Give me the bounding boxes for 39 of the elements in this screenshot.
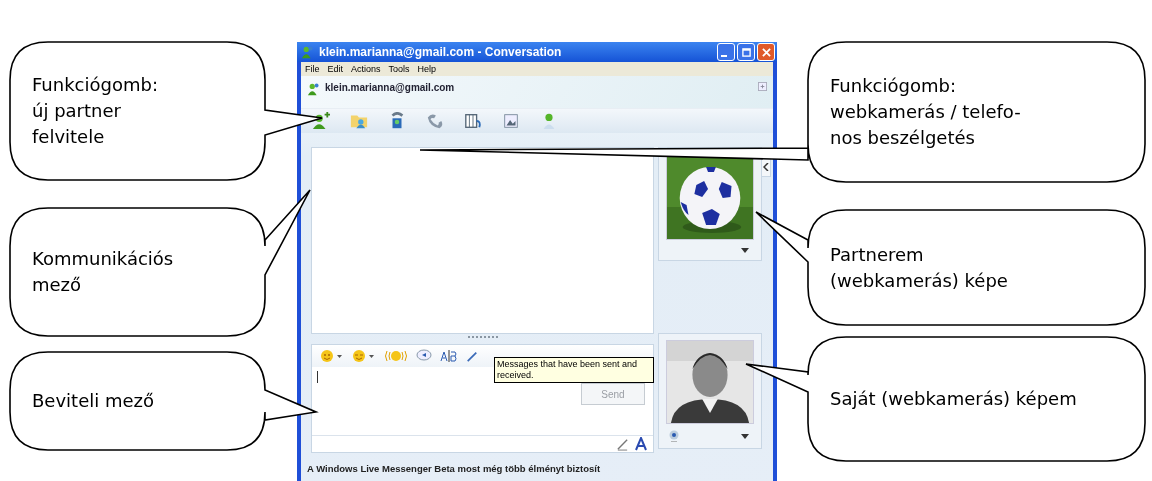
callout-text: Partnerem (webkamerás) képe [830, 242, 1008, 293]
wink-icon[interactable] [352, 349, 376, 363]
text-style-icon[interactable] [635, 437, 647, 451]
callout-text: Kommunikációs mező [32, 247, 174, 297]
chevron-left-icon [763, 163, 769, 171]
pencil-icon[interactable] [616, 437, 629, 451]
film-icon[interactable] [463, 112, 483, 130]
callout-text: Beviteli mező [32, 389, 154, 413]
maximize-icon [741, 47, 751, 57]
image-icon[interactable] [501, 112, 521, 130]
dropdown-arrow-icon[interactable] [741, 248, 749, 253]
menu-item[interactable]: Help [417, 64, 437, 74]
phone-icon[interactable] [425, 112, 445, 130]
webcam-icon[interactable] [669, 430, 679, 442]
minimize-button[interactable] [717, 43, 735, 61]
close-button[interactable] [757, 43, 775, 61]
expand-icon[interactable] [758, 82, 767, 91]
smiley-icon[interactable] [320, 349, 344, 363]
font-icon[interactable] [440, 349, 458, 363]
menu-item[interactable]: File [305, 64, 320, 74]
menu-item[interactable]: Actions [351, 64, 381, 74]
status-message: A Windows Live Messenger Beta most még több élményt biztosít [306, 462, 602, 474]
pencil-icon[interactable] [466, 349, 478, 363]
maximize-button[interactable] [737, 43, 755, 61]
people-icon [301, 45, 315, 59]
close-icon [761, 47, 771, 57]
callout-text: Funkciógomb: új partner felvitele [32, 73, 158, 149]
people-icon [307, 82, 321, 96]
speech-bubble-icon[interactable] [416, 349, 432, 363]
minimize-icon [721, 55, 727, 57]
dropdown-arrow-icon[interactable] [741, 433, 749, 439]
window-title: klein.marianna@gmail.com - Conversation [319, 45, 563, 59]
contact-name: klein.marianna@gmail.com [325, 82, 456, 93]
tooltip: Messages that have been sent and received. [494, 357, 654, 383]
callout-text: Saját (webkamerás) képem [830, 387, 1077, 411]
callout-text: Funkciógomb: webkamerás / telefo- nos beszélgetés [830, 74, 1021, 150]
menu-item[interactable]: Tools [388, 64, 410, 74]
text-cursor [317, 371, 318, 383]
menu-item[interactable]: Edit [327, 64, 344, 74]
